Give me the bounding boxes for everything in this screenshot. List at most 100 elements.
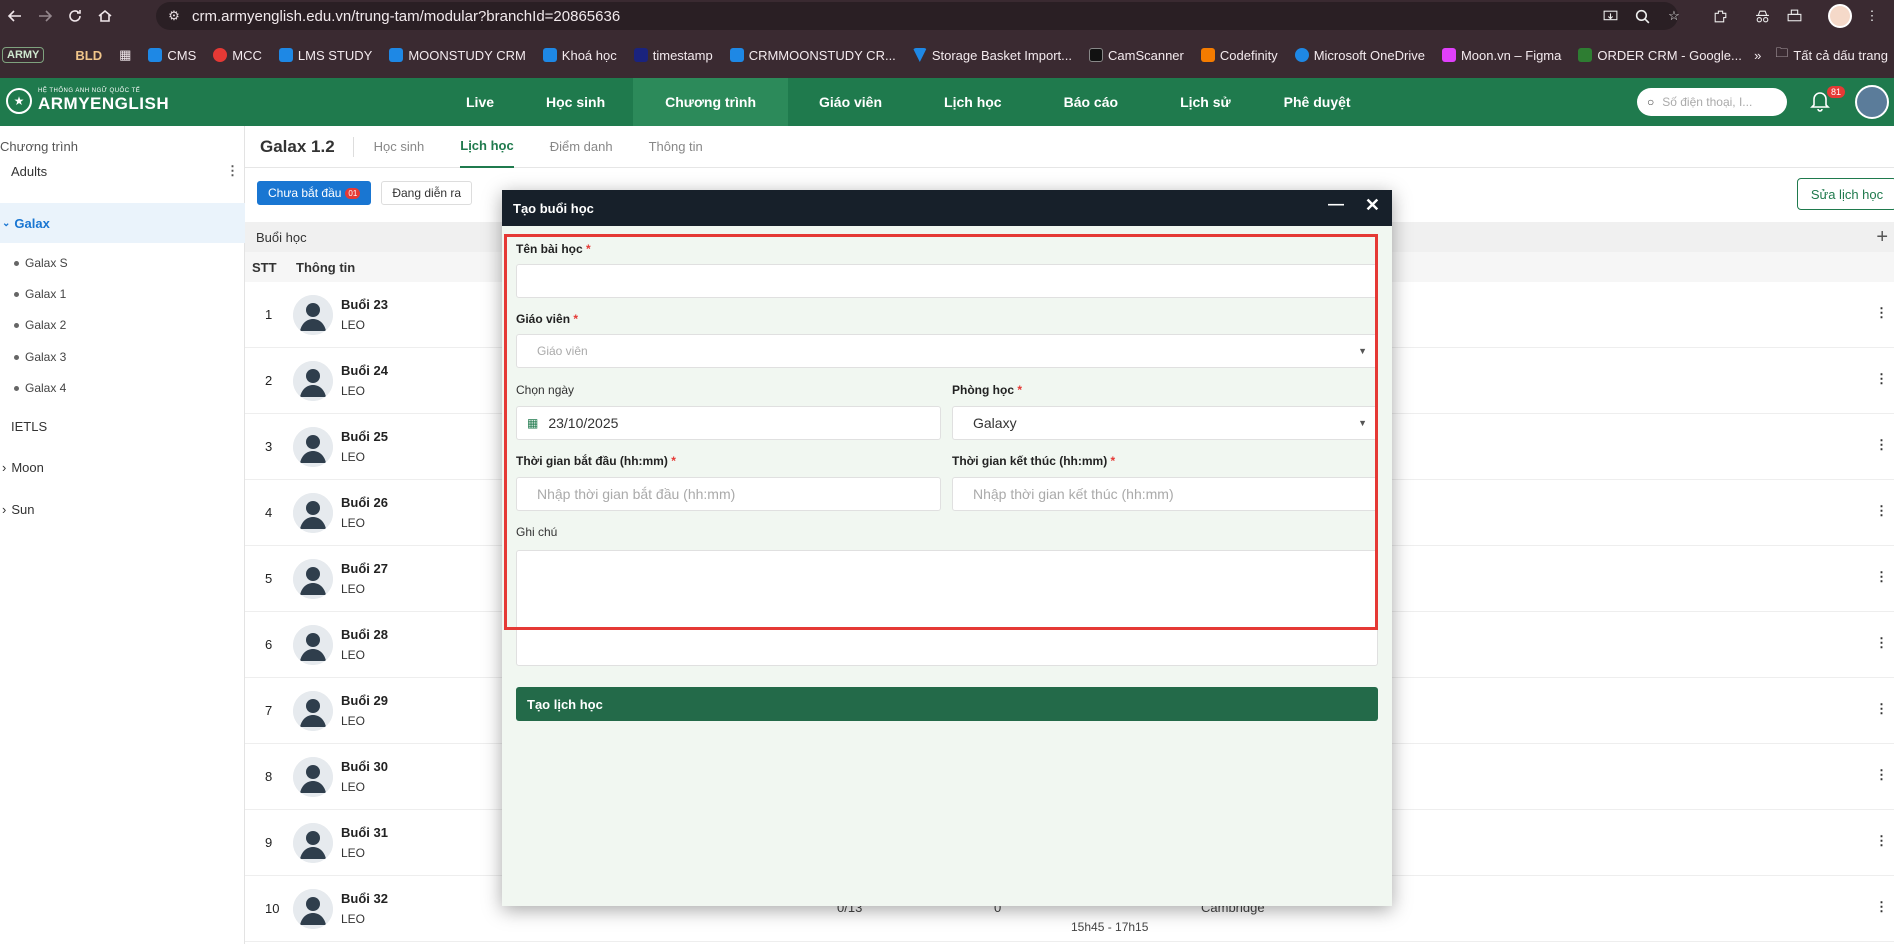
sidebar-item-galax-4[interactable]: Galax 4 — [14, 381, 66, 395]
figma-icon — [1441, 48, 1456, 62]
lesson-name-input[interactable] — [516, 264, 1378, 298]
teacher-avatar-icon — [293, 889, 333, 929]
bookmark-order-crm[interactable]: ORDER CRM - Google... — [1578, 48, 1742, 63]
reload-icon[interactable] — [60, 0, 90, 32]
zoom-icon[interactable] — [1628, 2, 1656, 30]
sidebar-item-moon[interactable]: › Moon — [0, 457, 245, 477]
menu-lich-hoc[interactable]: Lịch học — [913, 78, 1033, 126]
edit-schedule-button[interactable]: Sửa lịch học — [1797, 178, 1894, 210]
user-avatar[interactable] — [1855, 85, 1889, 119]
menu-bao-cao[interactable]: Báo cáo — [1033, 78, 1149, 126]
bookmark-moonstudy-crm[interactable]: MOONSTUDY CRM — [389, 48, 526, 63]
address-bar[interactable]: ⚙ crm.armyenglish.edu.vn/trung-tam/modul… — [156, 2, 1678, 30]
teacher-avatar-icon — [293, 295, 333, 335]
bookmark-bld[interactable]: BLD — [75, 48, 102, 63]
row-actions-icon[interactable]: ⋮ — [1875, 437, 1888, 453]
row-actions-icon[interactable]: ⋮ — [1875, 701, 1888, 717]
filter-dang-dien-ra[interactable]: Đang diễn ra — [381, 181, 473, 205]
site-info-icon[interactable]: ⚙ — [156, 8, 192, 24]
sidebar-item-galax[interactable]: ⌄ Galax — [0, 203, 245, 243]
start-time-input[interactable]: Nhập thời gian bắt đầu (hh:mm) — [516, 477, 941, 511]
row-actions-icon[interactable]: ⋮ — [1875, 833, 1888, 849]
sidebar-item-galax-s[interactable]: Galax S — [14, 256, 68, 270]
sidebar-item-adults[interactable]: Adults ⋮ — [0, 152, 245, 190]
star-icon[interactable]: ☆ — [1660, 2, 1688, 30]
more-options-icon[interactable]: ⋮ — [226, 163, 239, 179]
row-actions-icon[interactable]: ⋮ — [1875, 503, 1888, 519]
session-title: Buổi 28 — [341, 627, 388, 642]
bookmark-figma[interactable]: Moon.vn – Figma — [1441, 48, 1561, 63]
install-icon[interactable] — [1596, 2, 1624, 30]
bookmark-camscanner[interactable]: CamScanner — [1089, 48, 1184, 63]
incognito-icon[interactable] — [1748, 2, 1776, 30]
bookmark-onedrive[interactable]: Microsoft OneDrive — [1294, 48, 1425, 63]
bookmark-cms[interactable]: CMS — [148, 48, 196, 63]
tab-lich-hoc[interactable]: Lịch học — [460, 126, 514, 168]
close-icon[interactable]: ✕ — [1365, 195, 1380, 216]
add-icon[interactable]: + — [1876, 226, 1888, 249]
bookmarks-bar: ARMY BLD ▦ CMS MCC LMS STUDY MOONSTUDY C… — [0, 32, 1894, 78]
date-picker[interactable]: ▦ 23/10/2025 — [516, 406, 941, 440]
bookmark-crmmoonstudy[interactable]: CRMMOONSTUDY CR... — [729, 48, 896, 63]
row-actions-icon[interactable]: ⋮ — [1875, 569, 1888, 585]
bookmarks-overflow-icon[interactable]: » — [1754, 48, 1761, 63]
chevron-right-icon: › — [2, 459, 7, 475]
folder-icon: 🗀 — [1775, 45, 1789, 60]
row-actions-icon[interactable]: ⋮ — [1875, 767, 1888, 783]
menu-lich-su[interactable]: Lịch sử — [1149, 78, 1262, 126]
row-stt: 5 — [265, 571, 273, 586]
end-time-input[interactable]: Nhập thời gian kết thúc (hh:mm) — [952, 477, 1378, 511]
header-search-input[interactable]: ○ Số điện thoại, I... — [1637, 88, 1787, 116]
sidebar-item-galax-3[interactable]: Galax 3 — [14, 350, 66, 364]
sidebar-item-galax-2[interactable]: Galax 2 — [14, 318, 66, 332]
row-actions-icon[interactable]: ⋮ — [1875, 371, 1888, 387]
bookmark-army[interactable]: ARMY — [2, 47, 45, 63]
logo[interactable]: ★ HỆ THỐNG ANH NGỮ QUỐC TẾ ARMYENGLISH — [6, 88, 169, 114]
row-actions-icon[interactable]: ⋮ — [1875, 305, 1888, 321]
profile-avatar[interactable] — [1826, 2, 1854, 30]
extensions-icon[interactable] — [1706, 2, 1734, 30]
session-teacher: LEO — [341, 318, 366, 332]
note-textarea[interactable] — [516, 550, 1378, 666]
menu-giao-vien[interactable]: Giáo viên — [788, 78, 913, 126]
filter-chua-bat-dau[interactable]: Chưa bắt đầu 01 — [257, 181, 372, 205]
bookmark-storage-basket[interactable]: Storage Basket Import... — [912, 48, 1072, 63]
row-actions-icon[interactable]: ⋮ — [1875, 899, 1888, 915]
sidebar-item-ietls[interactable]: IETLS — [0, 416, 245, 436]
storage-basket-icon — [912, 48, 927, 62]
menu-live[interactable]: Live — [442, 78, 518, 126]
bullet-icon — [14, 322, 19, 328]
room-label: Phòng học * — [952, 383, 1023, 397]
session-teacher: LEO — [341, 780, 366, 794]
bookmark-timestamp[interactable]: timestamp — [633, 48, 713, 63]
menu-chuong-trinh[interactable]: Chương trình — [633, 78, 788, 126]
bookmark-khoa-hoc[interactable]: Khoá học — [542, 48, 617, 63]
minimize-icon[interactable]: — — [1328, 196, 1344, 214]
forward-icon[interactable] — [30, 0, 60, 32]
session-teacher: LEO — [341, 450, 366, 464]
create-schedule-button[interactable]: Tạo lịch học — [516, 687, 1378, 721]
back-icon[interactable] — [0, 0, 30, 32]
row-actions-icon[interactable]: ⋮ — [1875, 635, 1888, 651]
more-menu-icon[interactable]: ⋮ — [1858, 2, 1886, 30]
room-select[interactable]: Galaxy ▼ — [952, 406, 1378, 440]
tab-thong-tin[interactable]: Thông tin — [649, 126, 703, 168]
sidebar-item-sun[interactable]: › Sun — [0, 499, 245, 519]
tab-diem-danh[interactable]: Điểm danh — [550, 126, 613, 168]
teacher-avatar-icon — [293, 361, 333, 401]
bookmark-mcc[interactable]: MCC — [213, 48, 262, 63]
teacher-select[interactable]: Giáo viên ▼ — [516, 334, 1378, 368]
bookmark-lms-study[interactable]: LMS STUDY — [278, 48, 372, 63]
home-icon[interactable] — [90, 0, 120, 32]
apps-grid-icon[interactable]: ▦ — [119, 47, 131, 63]
sidebar-item-galax-1[interactable]: Galax 1 — [14, 287, 66, 301]
chevron-right-icon: › — [2, 501, 7, 517]
section-title: Buổi học — [256, 229, 307, 245]
bookmark-codefinity[interactable]: Codefinity — [1200, 48, 1278, 63]
menu-phe-duyet[interactable]: Phê duyệt — [1262, 78, 1373, 126]
column-thong-tin: Thông tin — [296, 259, 356, 275]
print-icon[interactable] — [1780, 2, 1808, 30]
tab-hoc-sinh[interactable]: Học sinh — [374, 126, 425, 168]
all-bookmarks-folder[interactable]: 🗀 Tất cả dấu trang — [1775, 44, 1888, 66]
menu-hoc-sinh[interactable]: Học sinh — [518, 78, 633, 126]
